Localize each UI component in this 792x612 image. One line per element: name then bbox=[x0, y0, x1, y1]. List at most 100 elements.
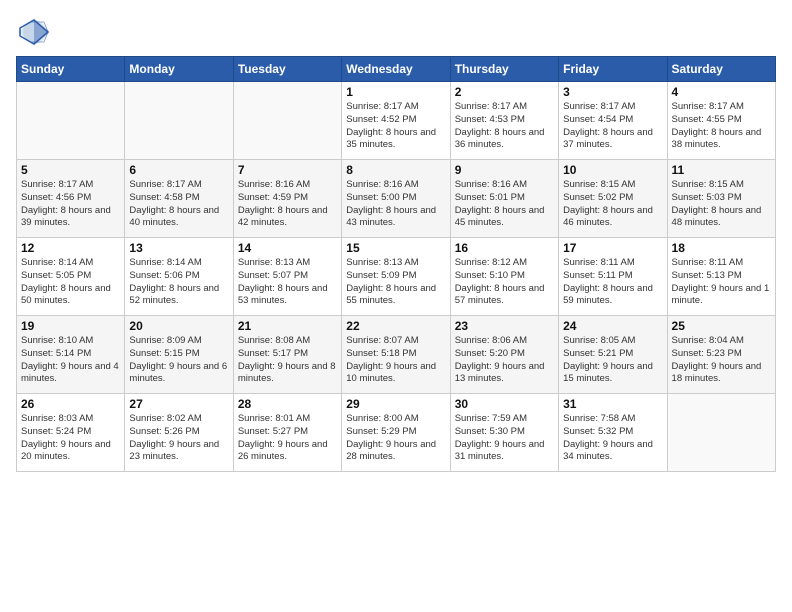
day-number: 15 bbox=[346, 241, 445, 255]
day-info: Sunrise: 8:16 AM Sunset: 5:01 PM Dayligh… bbox=[455, 179, 554, 230]
day-info: Sunrise: 8:11 AM Sunset: 5:13 PM Dayligh… bbox=[672, 257, 771, 308]
weekday-header: Wednesday bbox=[342, 57, 450, 82]
day-info: Sunrise: 8:04 AM Sunset: 5:23 PM Dayligh… bbox=[672, 335, 771, 386]
day-info: Sunrise: 8:14 AM Sunset: 5:06 PM Dayligh… bbox=[129, 257, 228, 308]
day-info: Sunrise: 8:02 AM Sunset: 5:26 PM Dayligh… bbox=[129, 413, 228, 464]
day-number: 10 bbox=[563, 163, 662, 177]
day-number: 18 bbox=[672, 241, 771, 255]
day-number: 3 bbox=[563, 85, 662, 99]
calendar-cell: 26 Sunrise: 8:03 AM Sunset: 5:24 PM Dayli… bbox=[17, 394, 125, 472]
day-number: 17 bbox=[563, 241, 662, 255]
calendar-cell: 20Sunrise: 8:09 AM Sunset: 5:15 PM Dayli… bbox=[125, 316, 233, 394]
calendar-week-row: 5 Sunrise: 8:17 AM Sunset: 4:56 PM Daylig… bbox=[17, 160, 776, 238]
day-info: Sunrise: 8:01 AM Sunset: 5:27 PM Dayligh… bbox=[238, 413, 337, 464]
day-info: Sunrise: 8:15 AM Sunset: 5:02 PM Dayligh… bbox=[563, 179, 662, 230]
calendar-cell: 7Sunrise: 8:16 AM Sunset: 4:59 PM Daylig… bbox=[233, 160, 341, 238]
day-info: Sunrise: 8:05 AM Sunset: 5:21 PM Dayligh… bbox=[563, 335, 662, 386]
day-number: 29 bbox=[346, 397, 445, 411]
day-info: Sunrise: 8:12 AM Sunset: 5:10 PM Dayligh… bbox=[455, 257, 554, 308]
calendar-cell: 28 Sunrise: 8:01 AM Sunset: 5:27 PM Dayli… bbox=[233, 394, 341, 472]
day-number: 6 bbox=[129, 163, 228, 177]
day-number: 20 bbox=[129, 319, 228, 333]
calendar-week-row: 1 Sunrise: 8:17 AM Sunset: 4:52 PM Daylig… bbox=[17, 82, 776, 160]
calendar-cell: 24Sunrise: 8:05 AM Sunset: 5:21 PM Dayli… bbox=[559, 316, 667, 394]
calendar-cell: 30 Sunrise: 7:59 AM Sunset: 5:30 PM Dayli… bbox=[450, 394, 558, 472]
day-number: 21 bbox=[238, 319, 337, 333]
day-number: 11 bbox=[672, 163, 771, 177]
weekday-header: Monday bbox=[125, 57, 233, 82]
day-number: 1 bbox=[346, 85, 445, 99]
calendar-cell: 23Sunrise: 8:06 AM Sunset: 5:20 PM Dayli… bbox=[450, 316, 558, 394]
day-info: Sunrise: 8:06 AM Sunset: 5:20 PM Dayligh… bbox=[455, 335, 554, 386]
logo bbox=[16, 14, 56, 50]
day-number: 27 bbox=[129, 397, 228, 411]
day-number: 30 bbox=[455, 397, 554, 411]
day-info: Sunrise: 8:17 AM Sunset: 4:53 PM Dayligh… bbox=[455, 101, 554, 152]
day-info: Sunrise: 8:08 AM Sunset: 5:17 PM Dayligh… bbox=[238, 335, 337, 386]
day-number: 25 bbox=[672, 319, 771, 333]
day-number: 2 bbox=[455, 85, 554, 99]
day-number: 19 bbox=[21, 319, 120, 333]
page-container: SundayMondayTuesdayWednesdayThursdayFrid… bbox=[0, 0, 792, 482]
day-info: Sunrise: 8:00 AM Sunset: 5:29 PM Dayligh… bbox=[346, 413, 445, 464]
day-number: 5 bbox=[21, 163, 120, 177]
calendar-cell: 9 Sunrise: 8:16 AM Sunset: 5:01 PM Daylig… bbox=[450, 160, 558, 238]
calendar-cell: 2 Sunrise: 8:17 AM Sunset: 4:53 PM Daylig… bbox=[450, 82, 558, 160]
calendar-cell bbox=[667, 394, 775, 472]
calendar-cell: 13 Sunrise: 8:14 AM Sunset: 5:06 PM Dayli… bbox=[125, 238, 233, 316]
calendar-cell: 17Sunrise: 8:11 AM Sunset: 5:11 PM Dayli… bbox=[559, 238, 667, 316]
calendar-cell: 16 Sunrise: 8:12 AM Sunset: 5:10 PM Dayli… bbox=[450, 238, 558, 316]
day-number: 14 bbox=[238, 241, 337, 255]
calendar-cell: 15 Sunrise: 8:13 AM Sunset: 5:09 PM Dayli… bbox=[342, 238, 450, 316]
calendar-cell: 8Sunrise: 8:16 AM Sunset: 5:00 PM Daylig… bbox=[342, 160, 450, 238]
calendar-cell: 29 Sunrise: 8:00 AM Sunset: 5:29 PM Dayli… bbox=[342, 394, 450, 472]
calendar-cell: 4Sunrise: 8:17 AM Sunset: 4:55 PM Daylig… bbox=[667, 82, 775, 160]
weekday-header: Friday bbox=[559, 57, 667, 82]
calendar-week-row: 12 Sunrise: 8:14 AM Sunset: 5:05 PM Dayli… bbox=[17, 238, 776, 316]
weekday-header: Sunday bbox=[17, 57, 125, 82]
day-info: Sunrise: 8:13 AM Sunset: 5:07 PM Dayligh… bbox=[238, 257, 337, 308]
day-number: 12 bbox=[21, 241, 120, 255]
day-info: Sunrise: 8:03 AM Sunset: 5:24 PM Dayligh… bbox=[21, 413, 120, 464]
day-number: 7 bbox=[238, 163, 337, 177]
calendar-week-row: 26 Sunrise: 8:03 AM Sunset: 5:24 PM Dayli… bbox=[17, 394, 776, 472]
weekday-header: Tuesday bbox=[233, 57, 341, 82]
day-info: Sunrise: 8:07 AM Sunset: 5:18 PM Dayligh… bbox=[346, 335, 445, 386]
day-info: Sunrise: 8:15 AM Sunset: 5:03 PM Dayligh… bbox=[672, 179, 771, 230]
day-info: Sunrise: 7:59 AM Sunset: 5:30 PM Dayligh… bbox=[455, 413, 554, 464]
weekday-header-row: SundayMondayTuesdayWednesdayThursdayFrid… bbox=[17, 57, 776, 82]
calendar-cell: 1 Sunrise: 8:17 AM Sunset: 4:52 PM Daylig… bbox=[342, 82, 450, 160]
calendar-cell: 22 Sunrise: 8:07 AM Sunset: 5:18 PM Dayli… bbox=[342, 316, 450, 394]
day-info: Sunrise: 8:17 AM Sunset: 4:54 PM Dayligh… bbox=[563, 101, 662, 152]
day-info: Sunrise: 8:17 AM Sunset: 4:58 PM Dayligh… bbox=[129, 179, 228, 230]
weekday-header: Thursday bbox=[450, 57, 558, 82]
day-info: Sunrise: 8:17 AM Sunset: 4:52 PM Dayligh… bbox=[346, 101, 445, 152]
day-info: Sunrise: 8:14 AM Sunset: 5:05 PM Dayligh… bbox=[21, 257, 120, 308]
logo-icon bbox=[16, 14, 52, 50]
calendar-cell: 19 Sunrise: 8:10 AM Sunset: 5:14 PM Dayli… bbox=[17, 316, 125, 394]
calendar-cell: 14 Sunrise: 8:13 AM Sunset: 5:07 PM Dayli… bbox=[233, 238, 341, 316]
day-number: 8 bbox=[346, 163, 445, 177]
day-number: 22 bbox=[346, 319, 445, 333]
calendar-cell: 27 Sunrise: 8:02 AM Sunset: 5:26 PM Dayli… bbox=[125, 394, 233, 472]
calendar-cell: 3 Sunrise: 8:17 AM Sunset: 4:54 PM Daylig… bbox=[559, 82, 667, 160]
day-number: 13 bbox=[129, 241, 228, 255]
calendar-cell bbox=[125, 82, 233, 160]
calendar-cell: 11 Sunrise: 8:15 AM Sunset: 5:03 PM Dayli… bbox=[667, 160, 775, 238]
calendar-cell: 25 Sunrise: 8:04 AM Sunset: 5:23 PM Dayli… bbox=[667, 316, 775, 394]
day-number: 9 bbox=[455, 163, 554, 177]
calendar-cell: 5 Sunrise: 8:17 AM Sunset: 4:56 PM Daylig… bbox=[17, 160, 125, 238]
calendar-cell: 31Sunrise: 7:58 AM Sunset: 5:32 PM Dayli… bbox=[559, 394, 667, 472]
calendar-week-row: 19 Sunrise: 8:10 AM Sunset: 5:14 PM Dayli… bbox=[17, 316, 776, 394]
day-number: 28 bbox=[238, 397, 337, 411]
day-number: 26 bbox=[21, 397, 120, 411]
calendar-cell bbox=[17, 82, 125, 160]
day-number: 16 bbox=[455, 241, 554, 255]
day-info: Sunrise: 8:10 AM Sunset: 5:14 PM Dayligh… bbox=[21, 335, 120, 386]
calendar-cell: 6 Sunrise: 8:17 AM Sunset: 4:58 PM Daylig… bbox=[125, 160, 233, 238]
day-info: Sunrise: 8:13 AM Sunset: 5:09 PM Dayligh… bbox=[346, 257, 445, 308]
weekday-header: Saturday bbox=[667, 57, 775, 82]
header bbox=[16, 10, 776, 50]
day-info: Sunrise: 8:17 AM Sunset: 4:56 PM Dayligh… bbox=[21, 179, 120, 230]
day-number: 4 bbox=[672, 85, 771, 99]
